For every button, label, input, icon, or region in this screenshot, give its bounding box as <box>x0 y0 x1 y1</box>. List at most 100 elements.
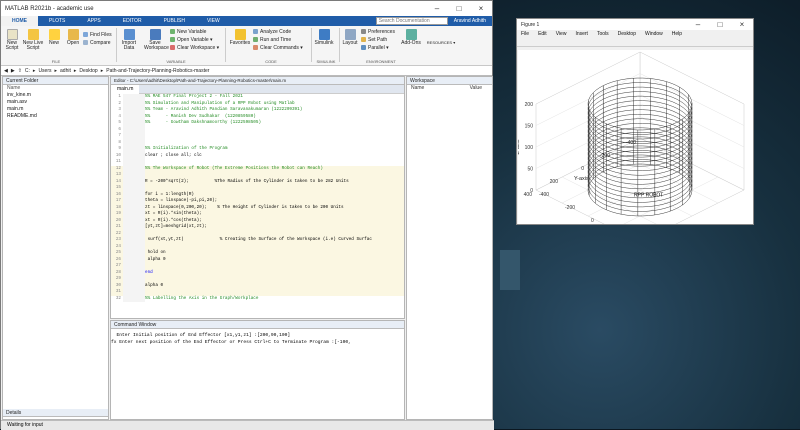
minimize-icon[interactable]: – <box>426 4 448 13</box>
workspace-panel: Workspace Name Value <box>406 76 493 420</box>
title-bar: MATLAB R2021b - academic use – □ × <box>1 1 492 16</box>
workspace-columns: Name Value <box>407 85 492 92</box>
code-text: alpha 0 <box>145 256 166 262</box>
clear-workspace-icon <box>170 45 175 51</box>
name-column-header[interactable]: Name <box>3 85 108 92</box>
resources-label: RESOURCES <box>426 40 453 45</box>
details-header[interactable]: Details <box>3 409 108 417</box>
clear-commands-label: Clear Commands <box>260 45 299 51</box>
z-axis-label: Z-axis <box>518 139 521 154</box>
find-files-button[interactable]: Find Files <box>83 32 112 38</box>
menu-window[interactable]: Window <box>645 30 663 38</box>
file-item[interactable]: main.m <box>3 106 108 113</box>
tab-view[interactable]: VIEW <box>196 16 231 26</box>
run-and-time-icon <box>253 37 258 43</box>
maximize-icon[interactable]: □ <box>709 20 731 29</box>
path-separator: ▸ <box>73 67 77 74</box>
file-item[interactable]: inv_kine.m <box>3 92 108 99</box>
menu-insert[interactable]: Insert <box>575 30 588 38</box>
breakpoint-gutter[interactable] <box>123 295 145 302</box>
open-button[interactable]: Open <box>65 29 81 46</box>
favorites-button[interactable]: Favorites <box>229 29 251 46</box>
parallel-button[interactable]: Parallel ▾ <box>361 45 389 51</box>
tab-apps[interactable]: APPS <box>76 16 111 26</box>
code-text: surf(xt,yt,zt) % Creating the Surface of… <box>145 237 372 242</box>
close-icon[interactable]: × <box>470 4 492 13</box>
maximize-icon[interactable]: □ <box>448 4 470 13</box>
menu-edit[interactable]: Edit <box>538 30 547 38</box>
code-section-label: CODE <box>265 59 277 64</box>
menu-view[interactable]: View <box>556 30 567 38</box>
open-variable-button[interactable]: Open Variable ▾ <box>170 37 213 43</box>
new-live-script-button[interactable]: New Live Script <box>22 29 44 51</box>
address-bar[interactable]: ◀ ▶ ⇧ C: ▸ Users ▸ adhit ▸ Desktop ▸ Path-an… <box>1 66 492 76</box>
command-line: Enter Initial position of End Effector [… <box>111 333 291 338</box>
close-icon[interactable]: × <box>731 20 753 29</box>
path-segment[interactable]: Path-and-Trajectory-Planning-Robotics-ma… <box>106 68 209 74</box>
run-and-time-button[interactable]: Run and Time <box>253 37 291 43</box>
run-and-time-label: Run and Time <box>260 37 292 43</box>
import-data-button[interactable]: Import Data <box>120 29 138 51</box>
tab-home[interactable]: HOME <box>1 16 38 26</box>
command-prompt-line[interactable]: fx Enter next position of the End Effect… <box>111 339 404 346</box>
code-line[interactable]: 23 surf(xt,yt,zt) % Creating the Surface… <box>111 237 404 244</box>
menu-desktop[interactable]: Desktop <box>618 30 636 38</box>
ribbon-toolbar: New Script New Live Script New Open Find… <box>1 26 492 66</box>
file-item[interactable]: main.asv <box>3 99 108 106</box>
set-path-label: Set Path <box>368 37 388 43</box>
path-segment[interactable]: C: <box>25 68 30 74</box>
user-menu[interactable]: Aravind Adhith <box>448 18 492 24</box>
search-input[interactable]: Search Documentation <box>375 17 448 25</box>
y-tick-label: 0 <box>581 166 584 172</box>
path-segment[interactable]: adhit <box>60 68 71 74</box>
line-number: 32 <box>115 295 121 301</box>
code-area[interactable]: 1%% MAE 547 Final Project 2 - Fall 2021 2… <box>111 94 404 302</box>
plot-axes[interactable]: 050100150200-400-2000200400-400-20002004… <box>515 50 753 250</box>
new-variable-button[interactable]: New Variable <box>170 29 206 35</box>
path-segment[interactable]: Users <box>38 68 51 74</box>
open-variable-label: Open Variable <box>177 37 209 43</box>
compare-label: Compare <box>90 40 111 46</box>
y-axis-label: Y-axis <box>574 176 589 182</box>
code-line[interactable]: 32 %% Labelling the Axis in the Graph/Wor… <box>111 295 404 302</box>
clear-commands-button[interactable]: Clear Commands ▾ <box>253 45 303 51</box>
simulink-label: Simulink <box>314 40 334 46</box>
clear-workspace-button[interactable]: Clear Workspace ▾ <box>170 45 219 51</box>
resources-button[interactable]: RESOURCES ▾ <box>426 40 456 45</box>
layout-button[interactable]: Layout <box>342 29 358 46</box>
forward-arrow-icon[interactable]: ▶ <box>11 68 15 74</box>
add-ons-button[interactable]: Add-Ons <box>400 29 422 46</box>
figure-toolbar <box>517 38 753 47</box>
save-workspace-button[interactable]: Save Workspace <box>144 29 169 51</box>
file-item[interactable]: README.md <box>3 113 108 120</box>
menu-file[interactable]: File <box>521 30 529 38</box>
path-segment[interactable]: Desktop <box>79 68 97 74</box>
tab-publish[interactable]: PUBLISH <box>153 16 196 26</box>
simulink-button[interactable]: Simulink <box>314 29 334 46</box>
editor-tab-main[interactable]: main.m <box>111 85 140 94</box>
new-variable-label: New Variable <box>177 29 207 35</box>
folder-up-icon[interactable]: ⇧ <box>18 68 22 74</box>
analyze-code-button[interactable]: Analyze Code <box>253 29 291 35</box>
set-path-button[interactable]: Set Path <box>361 37 387 43</box>
command-window[interactable]: Command Window Enter Initial position of… <box>110 320 405 420</box>
workspace-name-column[interactable]: Name <box>411 85 424 92</box>
menu-tools[interactable]: Tools <box>597 30 609 38</box>
z-tick-label: 150 <box>525 124 534 130</box>
clear-workspace-label: Clear Workspace <box>177 45 216 51</box>
tab-editor[interactable]: EDITOR <box>112 16 153 26</box>
new-live-script-label: New Live Script <box>22 40 44 51</box>
workspace-value-column[interactable]: Value <box>470 85 482 92</box>
new-button[interactable]: New <box>47 29 61 46</box>
minimize-icon[interactable]: – <box>687 20 709 29</box>
back-arrow-icon[interactable]: ◀ <box>4 68 8 74</box>
parallel-icon <box>361 45 366 51</box>
preferences-button[interactable]: Preferences <box>361 29 395 35</box>
menu-help[interactable]: Help <box>672 30 682 38</box>
current-folder-header: Current Folder <box>3 77 108 85</box>
new-script-button[interactable]: New Script <box>4 29 20 51</box>
tab-plots[interactable]: PLOTS <box>38 16 76 26</box>
compare-button[interactable]: Compare <box>83 40 111 46</box>
find-files-label: Find Files <box>90 32 112 38</box>
simulink-icon <box>318 29 330 40</box>
